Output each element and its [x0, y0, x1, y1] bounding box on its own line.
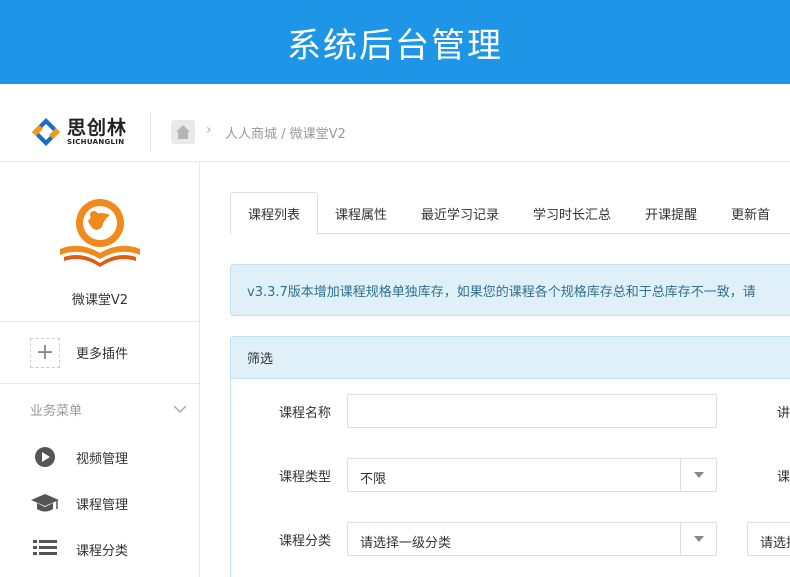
home-icon: [176, 125, 190, 139]
caret-down-icon: [680, 459, 716, 491]
sidebar-item-label: 课程分类: [76, 543, 129, 559]
top-navbar: 思创林 SICHUANGLIN › 人人商城 / 微课堂V2: [0, 102, 790, 162]
list-icon: [30, 536, 60, 562]
info-notice: v3.3.7版本增加课程规格单独库存，如果您的课程各个规格库存总和于总库存不一致…: [230, 264, 790, 316]
tab-update[interactable]: 更新首: [714, 192, 787, 234]
course-category-label: 课程分类: [278, 534, 331, 549]
main-content: 课程列表 课程属性 最近学习记录 学习时长汇总 开课提醒 更新首 v3.3.7版…: [200, 162, 790, 577]
filter-panel: 筛选 课程名称 讲 课程类型 不限 课 课程分类 请选择一级分类 请选: [230, 336, 790, 577]
chevron-down-icon: [173, 405, 187, 414]
more-plugins-button[interactable]: + 更多插件: [0, 322, 199, 384]
tab-course-list[interactable]: 课程列表: [230, 192, 319, 235]
more-plugins-label: 更多插件: [76, 347, 129, 362]
brand-name: 思创林: [67, 116, 128, 139]
filter-row-type: 课程类型 不限 课: [231, 458, 790, 492]
sidebar: 微课堂V2 + 更多插件 业务菜单 视频管理 课程管理 课程分类: [0, 162, 200, 577]
home-button[interactable]: [171, 120, 195, 144]
category-level2-value: 请选择: [760, 536, 790, 551]
brand-logo[interactable]: 思创林 SICHUANGLIN: [30, 116, 127, 148]
tab-bar: 课程列表 课程属性 最近学习记录 学习时长汇总 开课提醒 更新首: [230, 192, 790, 235]
course-name-input[interactable]: [347, 394, 717, 428]
course-name-label: 课程名称: [278, 406, 331, 421]
banner-title: 系统后台管理: [287, 25, 503, 66]
breadcrumb[interactable]: 人人商城 / 微课堂V2: [225, 123, 346, 142]
app-name: 微课堂V2: [71, 293, 129, 308]
graduation-cap-icon: [30, 490, 60, 516]
brand-mark-icon: [32, 118, 60, 146]
chevron-right-icon: ›: [206, 122, 212, 138]
tab-learning-duration[interactable]: 学习时长汇总: [516, 192, 628, 234]
course-type-select[interactable]: 不限: [347, 458, 717, 492]
course-status-label: 课: [777, 470, 790, 485]
tab-recent-learning[interactable]: 最近学习记录: [404, 192, 516, 234]
filter-panel-title: 筛选: [231, 337, 790, 379]
business-menu-header[interactable]: 业务菜单: [0, 384, 199, 434]
category-level2-select[interactable]: 请选择: [747, 522, 790, 556]
tab-course-reminder[interactable]: 开课提醒: [628, 192, 714, 234]
tab-course-attributes[interactable]: 课程属性: [318, 192, 404, 234]
divider: [150, 112, 151, 152]
category-level1-select[interactable]: 请选择一级分类: [347, 522, 717, 556]
sidebar-item-courses[interactable]: 课程管理: [0, 480, 199, 526]
app-header: 微课堂V2: [0, 162, 199, 322]
sidebar-item-video[interactable]: 视频管理: [0, 434, 199, 480]
lecturer-label: 讲: [777, 406, 790, 421]
app-logo-icon: [60, 199, 140, 267]
course-type-label: 课程类型: [278, 470, 331, 485]
play-circle-icon: [30, 444, 60, 470]
filter-row-category: 课程分类 请选择一级分类 请选择: [231, 522, 790, 556]
sidebar-item-categories[interactable]: 课程分类: [0, 526, 199, 572]
top-banner: 系统后台管理: [0, 0, 790, 84]
course-type-value: 不限: [360, 472, 387, 487]
caret-down-icon: [680, 523, 716, 555]
brand-name-en: SICHUANGLIN: [67, 137, 125, 146]
plus-icon: +: [30, 337, 60, 368]
filter-row-name: 课程名称 讲: [231, 394, 790, 428]
business-menu-title: 业务菜单: [30, 403, 83, 419]
sidebar-item-label: 课程管理: [76, 497, 129, 513]
sidebar-item-label: 视频管理: [76, 451, 129, 467]
banner-gap: [0, 84, 790, 102]
category-level1-value: 请选择一级分类: [360, 536, 452, 551]
